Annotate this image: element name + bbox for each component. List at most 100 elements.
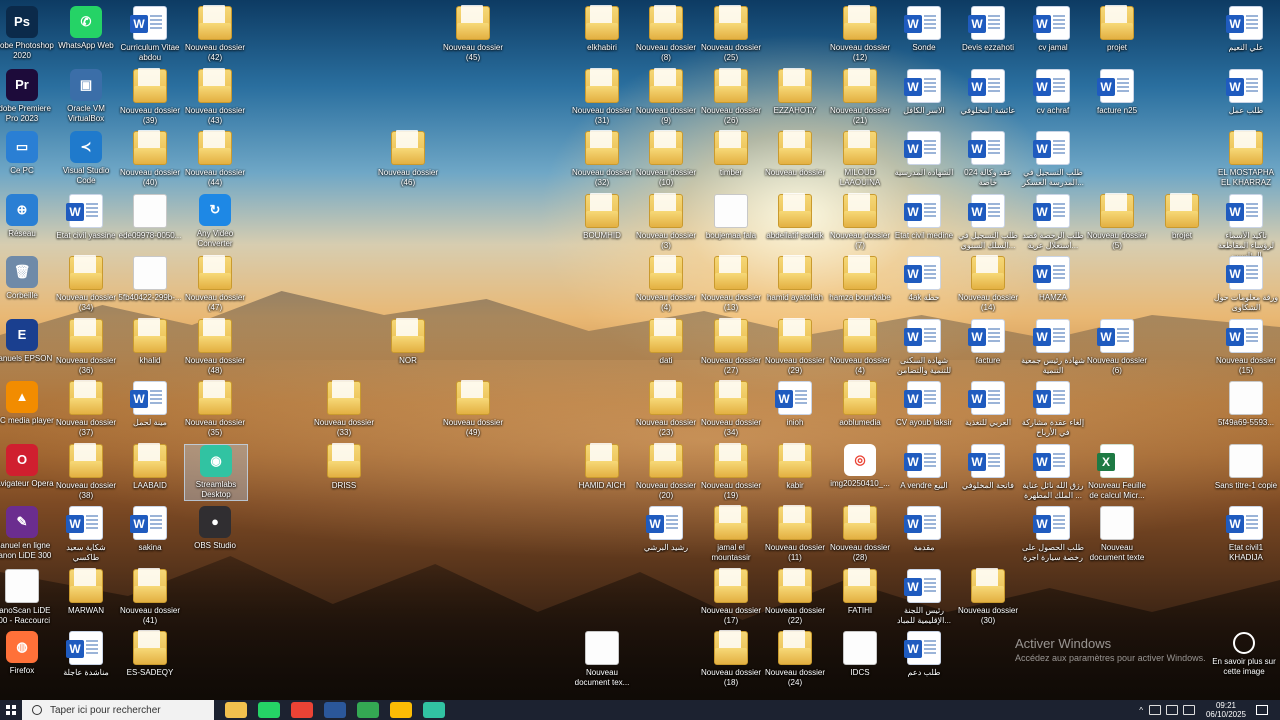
desktop-icon-62[interactable]: Nouveau dossier (13) (700, 255, 762, 313)
volume-icon[interactable] (1182, 705, 1195, 715)
desktop-icon-136[interactable]: Nouveau dossier (18) (700, 630, 762, 688)
desktop-icon-97[interactable]: O Navigateur Opera (0, 444, 54, 489)
desktop-icon-20[interactable]: Nouveau dossier (26) (700, 68, 762, 126)
desktop-icon-116[interactable]: رشيد البرشي (635, 506, 697, 553)
taskbar-search[interactable]: Taper ici pour rechercher (22, 700, 214, 720)
desktop-icon-38[interactable]: الشهادة المدرسية (893, 131, 955, 178)
desktop-icon-89[interactable]: Nouveau dossier (23) (635, 380, 697, 438)
desktop-icon-55[interactable]: brojet (1151, 193, 1213, 241)
desktop-icon-30[interactable]: Nouveau dossier (40) (119, 130, 181, 188)
desktop-icon-120[interactable]: مقدمة (893, 506, 955, 553)
desktop-icon-110[interactable]: Nouveau Feuille de calcul Micr... (1086, 444, 1148, 501)
desktop-icon-1[interactable]: ✆ WhatsApp Web (55, 6, 117, 51)
desktop-icon-130[interactable]: رئيس اللجنة الإقليمية للمباد... (893, 569, 955, 626)
desktop-icon-115[interactable]: ● OBS Studio (184, 506, 246, 551)
desktop-icon-111[interactable]: Sans titre-1 copie (1215, 444, 1277, 491)
desktop-icon-44[interactable]: ede09978-0050... (119, 194, 181, 241)
desktop-icon-139[interactable]: طلب دعم (893, 631, 955, 678)
desktop-icon-87[interactable]: Nouveau dossier (33) (313, 380, 375, 438)
desktop-icon-131[interactable]: Nouveau dossier (30) (957, 568, 1019, 626)
desktop-icon-96[interactable]: 5f49a69-5593... (1215, 381, 1277, 428)
desktop-icon-14[interactable]: Pr Adobe Premiere Pro 2023 (0, 69, 53, 124)
desktop-icon-22[interactable]: Nouveau dossier (21) (829, 68, 891, 126)
display-icon[interactable] (1165, 705, 1178, 715)
desktop-icon-28[interactable]: ▭ Ce PC (0, 131, 53, 176)
desktop-icon-35[interactable]: timber (700, 130, 762, 178)
start-button[interactable] (0, 700, 22, 720)
desktop-icon-42[interactable]: ⊕ Réseau (0, 194, 53, 239)
desktop-icon-51[interactable]: Etat civil medine (893, 194, 955, 241)
desktop-icon-56[interactable]: تأكيد الأسماء لرؤساء المقاطعة الرئاسيين (1215, 194, 1277, 261)
desktop-icon-129[interactable]: FATIHI (829, 568, 891, 616)
taskbar-chrome-icon[interactable] (291, 702, 313, 718)
desktop-icon-10[interactable]: Devis ezzahoti (957, 6, 1019, 53)
desktop-icon-133[interactable]: مناشدة عاجلة (55, 631, 117, 678)
desktop-icon-91[interactable]: inioh (764, 381, 826, 428)
desktop-icon-27[interactable]: طلب عمل (1215, 69, 1277, 116)
desktop-icon-83[interactable]: ▲ VLC media player (0, 381, 54, 426)
taskbar-chrome-profile-3-icon[interactable] (390, 702, 412, 718)
desktop-icon-138[interactable]: IDCS (829, 631, 891, 678)
desktop-icon-21[interactable]: EZZAHOTY (764, 68, 826, 116)
desktop-icon-132[interactable]: ◍ Firefox (0, 631, 53, 676)
desktop-icon-31[interactable]: Nouveau dossier (44) (184, 130, 246, 188)
desktop-icon-54[interactable]: Nouveau dossier (5) (1086, 193, 1148, 251)
desktop-icon-119[interactable]: Nouveau dossier (28) (829, 505, 891, 563)
desktop-icon-71[interactable]: khalid (119, 318, 181, 366)
desktop-icon-122[interactable]: Nouveau document texte (1086, 506, 1148, 563)
desktop-icon-80[interactable]: شهادة رئيس جمعية التنمية (1021, 319, 1085, 376)
desktop-icon-13[interactable]: علي النعيم (1215, 6, 1277, 53)
desktop-icon-74[interactable]: dati (635, 318, 697, 366)
desktop-icon-112[interactable]: ✎ Manuel en ligne Canon LiDE 300 (0, 506, 53, 561)
desktop-icon-79[interactable]: facture (957, 319, 1019, 366)
desktop-icon-102[interactable]: HAMID AICH (571, 443, 633, 491)
desktop-icon-92[interactable]: aoblumedia (829, 380, 891, 428)
taskbar-file-explorer-icon[interactable] (225, 702, 247, 718)
desktop-icon-76[interactable]: Nouveau dossier (29) (764, 318, 826, 376)
desktop-icon-94[interactable]: العربي للتغذية (957, 381, 1019, 428)
desktop-icon-3[interactable]: Nouveau dossier (42) (184, 5, 246, 63)
desktop-icon-68[interactable]: ورقة معلومات حول الشكاوى (1214, 256, 1278, 313)
desktop-icon-24[interactable]: عائشة المخلوفي (957, 69, 1019, 116)
desktop-icon-63[interactable]: hamid ayatollah (764, 255, 826, 303)
desktop-icon-86[interactable]: Nouveau dossier (35) (184, 380, 246, 438)
clock[interactable]: 09:21 06/10/2025 (1206, 701, 1246, 719)
desktop-icon-29[interactable]: ≺ Visual Studio Code (55, 131, 117, 186)
desktop-icon-77[interactable]: Nouveau dossier (4) (829, 318, 891, 376)
desktop-icon-19[interactable]: Nouveau dossier (9) (635, 68, 697, 126)
desktop-icon-26[interactable]: facture n25 (1086, 69, 1148, 116)
desktop-icon-82[interactable]: Nouveau dossier (15) (1215, 319, 1277, 376)
desktop-icon-67[interactable]: HAMZA (1022, 256, 1084, 303)
desktop-icon-11[interactable]: cv jamal (1022, 6, 1084, 53)
desktop-icon-98[interactable]: Nouveau dossier (38) (55, 443, 117, 501)
desktop-icon-123[interactable]: Etat civil1 KHADIJA (1215, 506, 1277, 563)
desktop-icon-107[interactable]: A vendre البيع (893, 444, 955, 491)
desktop-icon-52[interactable]: طلب التسجيل في السلك السنوي... (957, 194, 1019, 251)
desktop-icon-65[interactable]: 4ak خطة (893, 256, 955, 303)
desktop-icon-6[interactable]: Nouveau dossier (8) (635, 5, 697, 63)
desktop-icon-113[interactable]: شكاية سعيد طاكسي (55, 506, 117, 563)
desktop-icon-72[interactable]: Nouveau dossier (48) (184, 318, 246, 376)
desktop-icon-124[interactable]: CanoScan LiDE 300 - Raccourci (0, 569, 53, 626)
desktop-icon-15[interactable]: ▣ Oracle VM VirtualBox (55, 69, 117, 124)
desktop-icon-61[interactable]: Nouveau dossier (4) (635, 255, 697, 313)
desktop-icon-49[interactable]: abdellatif saddik (764, 193, 826, 241)
desktop-icon-57[interactable]: 🗑 Corbeille (0, 256, 53, 301)
desktop-icon-39[interactable]: 024 عقد وكالة خاصة (957, 131, 1019, 188)
desktop-icon-135[interactable]: Nouveau document tex... (571, 631, 633, 688)
desktop-icon-75[interactable]: Nouveau dossier (27) (700, 318, 762, 376)
desktop-icon-121[interactable]: طلب الحصول على رخصة سيارة اجرة (1022, 506, 1084, 563)
desktop-icon-108[interactable]: فاتحة المخلوفي (957, 444, 1019, 491)
desktop-icon-8[interactable]: Nouveau dossier (12) (829, 5, 891, 63)
desktop-icon-60[interactable]: Nouveau dossier (47) (184, 255, 246, 313)
desktop-icon-34[interactable]: Nouveau dossier (10) (635, 130, 697, 188)
desktop-icon-23[interactable]: الاسر الكافل (893, 69, 955, 116)
desktop-icon-12[interactable]: projet (1086, 5, 1148, 53)
taskbar-whatsapp-icon[interactable] (258, 702, 280, 718)
desktop-icon-37[interactable]: MILOUD LAAOUINA (829, 130, 891, 188)
desktop-icon-78[interactable]: شهادة السكنى للتنمية والتضامن (893, 319, 955, 376)
desktop-icon-100[interactable]: ◉ Streamlabs Desktop (184, 444, 248, 501)
desktop-icon-84[interactable]: Nouveau dossier (37) (55, 380, 117, 438)
desktop-icon-46[interactable]: BOUMHID (571, 193, 633, 241)
desktop-icon-93[interactable]: CV ayoub laksir (893, 381, 955, 428)
